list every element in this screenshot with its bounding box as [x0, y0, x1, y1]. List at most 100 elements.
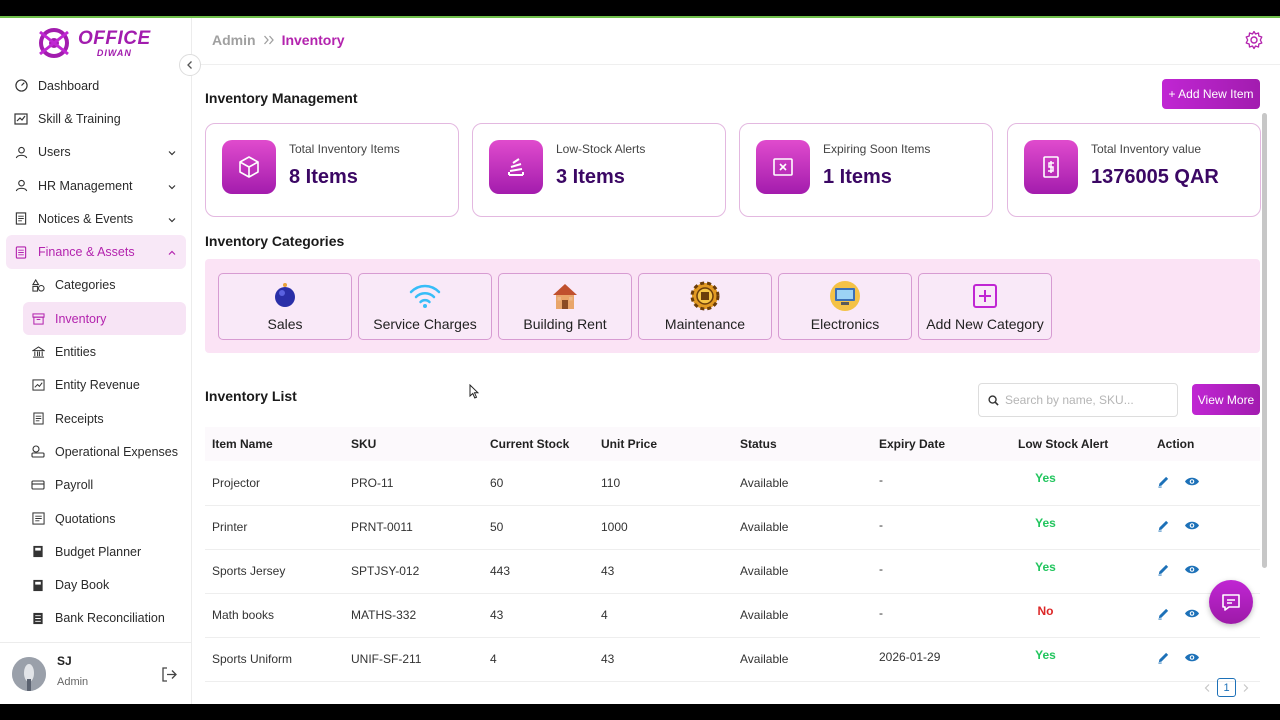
sidebar-item-label: Bank Reconciliation: [55, 611, 165, 626]
cell-sku: SPTJSY-012: [351, 564, 420, 578]
col-header-unit-price[interactable]: Unit Price: [594, 427, 733, 461]
sidebar-item-label: Notices & Events: [38, 211, 134, 226]
cell-low-stock-alert: Yes: [1035, 647, 1056, 662]
sidebar-item-label: Quotations: [55, 511, 116, 526]
breadcrumb-current: Inventory: [281, 32, 345, 48]
cell-unit-price: 4: [601, 608, 608, 622]
sidebar-item-users[interactable]: Users: [6, 136, 186, 169]
stat-value: 1376005 QAR: [1091, 166, 1219, 188]
category-label: Service Charges: [373, 316, 477, 332]
view-eye-icon[interactable]: [1184, 652, 1200, 666]
stat-card-total-value: Total Inventory value 1376005 QAR: [1007, 123, 1261, 217]
edit-pencil-icon[interactable]: [1157, 651, 1170, 667]
sidebar-item-entity-revenue[interactable]: Entity Revenue: [23, 369, 186, 402]
cell-current-stock: 443: [490, 564, 511, 578]
logo-text-line2: DIWAN: [96, 47, 132, 58]
sidebar-item-day-book[interactable]: Day Book: [23, 568, 186, 601]
chevron-left-icon[interactable]: [1204, 683, 1211, 693]
cell-unit-price: 43: [601, 652, 615, 666]
breadcrumb-root[interactable]: Admin: [212, 32, 256, 48]
sidebar-item-skill-training[interactable]: Skill & Training: [6, 102, 186, 135]
category-label: Electronics: [810, 316, 880, 332]
edit-pencil-icon[interactable]: [1157, 607, 1170, 623]
col-header-status[interactable]: Status: [733, 427, 872, 461]
settings-gear-icon[interactable]: [1244, 30, 1264, 55]
app-window: OFFICE DIWAN Dashboard Skill & Training …: [0, 16, 1280, 704]
logo-text-line1: OFFICE: [78, 27, 151, 49]
sidebar: OFFICE DIWAN Dashboard Skill & Training …: [0, 18, 192, 704]
cube-icon: [222, 140, 276, 194]
sidebar-item-dashboard[interactable]: Dashboard: [6, 69, 186, 102]
sidebar-item-entities[interactable]: Entities: [23, 335, 186, 368]
page-number[interactable]: 1: [1217, 678, 1236, 697]
col-header-item-name[interactable]: Item Name: [205, 427, 344, 461]
view-more-button[interactable]: View More: [1192, 384, 1260, 415]
logo-mark-icon: [39, 28, 69, 58]
sidebar-item-label: Payroll: [55, 478, 94, 493]
training-icon: [14, 112, 28, 126]
view-eye-icon[interactable]: [1184, 476, 1200, 490]
chat-button[interactable]: [1209, 580, 1253, 624]
category-service-charges[interactable]: Service Charges: [358, 273, 492, 340]
sidebar-item-operational-expenses[interactable]: Operational Expenses: [23, 435, 186, 468]
col-header-expiry-date[interactable]: Expiry Date: [872, 427, 1011, 461]
add-new-category-button[interactable]: Add New Category: [918, 273, 1052, 340]
sidebar-item-categories[interactable]: Categories: [23, 269, 186, 302]
view-eye-icon[interactable]: [1184, 564, 1200, 578]
main-content: Inventory Management + Add New Item Tota…: [192, 65, 1270, 704]
edit-pencil-icon[interactable]: [1157, 519, 1170, 535]
stat-card-total-items: Total Inventory Items 8 Items: [205, 123, 459, 217]
cell-sku: UNIF-SF-211: [351, 652, 422, 666]
cell-expiry-date: -: [879, 473, 883, 487]
chevron-right-icon[interactable]: [1242, 683, 1249, 693]
add-new-item-button[interactable]: + Add New Item: [1162, 79, 1260, 109]
cell-low-stock-alert: Yes: [1035, 559, 1056, 574]
sidebar-item-receipts[interactable]: Receipts: [23, 402, 186, 435]
sidebar-item-payroll[interactable]: Payroll: [23, 469, 186, 502]
scrollbar[interactable]: [1262, 113, 1267, 568]
category-label: Add New Category: [926, 316, 1044, 332]
search-input[interactable]: [1005, 393, 1165, 407]
category-maintenance[interactable]: Maintenance: [638, 273, 772, 340]
category-building-rent[interactable]: Building Rent: [498, 273, 632, 340]
stat-value: 1 Items: [823, 166, 892, 188]
sidebar-item-inventory[interactable]: Inventory: [23, 302, 186, 336]
sidebar-item-quotations[interactable]: Quotations: [23, 502, 186, 535]
categories-title: Inventory Categories: [205, 233, 345, 249]
avatar[interactable]: [12, 657, 46, 691]
edit-pencil-icon[interactable]: [1157, 475, 1170, 491]
view-eye-icon[interactable]: [1184, 520, 1200, 534]
sidebar-item-finance-assets[interactable]: Finance & Assets: [6, 235, 186, 269]
view-eye-icon[interactable]: [1184, 608, 1200, 622]
col-header-action: Action: [1157, 437, 1195, 451]
category-electronics[interactable]: Electronics: [778, 273, 912, 340]
finance-submenu: Categories Inventory Entities Entity Rev…: [6, 269, 186, 635]
shapes-icon: [31, 278, 45, 292]
sidebar-item-label: Users: [38, 145, 71, 160]
sidebar-item-notices-events[interactable]: Notices & Events: [6, 202, 186, 235]
sidebar-item-label: HR Management: [38, 178, 133, 193]
sidebar-item-label: Day Book: [55, 578, 110, 593]
daybook-icon: [31, 578, 45, 592]
table-row: Math books MATHS-332 43 4 Available - No: [205, 593, 1260, 637]
stat-label: Low-Stock Alerts: [556, 142, 646, 156]
col-header-sku[interactable]: SKU: [344, 427, 483, 461]
building-icon: [31, 345, 45, 359]
sidebar-item-bank-reconciliation[interactable]: Bank Reconciliation: [23, 602, 186, 635]
chat-icon: [1222, 593, 1240, 611]
cell-unit-price: 1000: [601, 520, 628, 534]
cell-current-stock: 60: [490, 475, 504, 490]
sidebar-item-budget-planner[interactable]: Budget Planner: [23, 535, 186, 568]
cell-status: Available: [740, 475, 789, 490]
category-sales[interactable]: Sales: [218, 273, 352, 340]
sidebar-item-label: Finance & Assets: [38, 245, 135, 260]
col-header-low-stock-alert[interactable]: Low Stock Alert: [1011, 427, 1150, 461]
x-box-icon: [756, 140, 810, 194]
edit-pencil-icon[interactable]: [1157, 563, 1170, 579]
collapse-sidebar-button[interactable]: [179, 54, 201, 76]
cell-status: Available: [740, 652, 789, 666]
logout-icon[interactable]: [161, 667, 177, 687]
sidebar-item-hr-management[interactable]: HR Management: [6, 169, 186, 202]
col-header-current-stock[interactable]: Current Stock: [483, 427, 594, 461]
categories-panel: Sales Service Charges Building Rent Main…: [205, 259, 1260, 353]
